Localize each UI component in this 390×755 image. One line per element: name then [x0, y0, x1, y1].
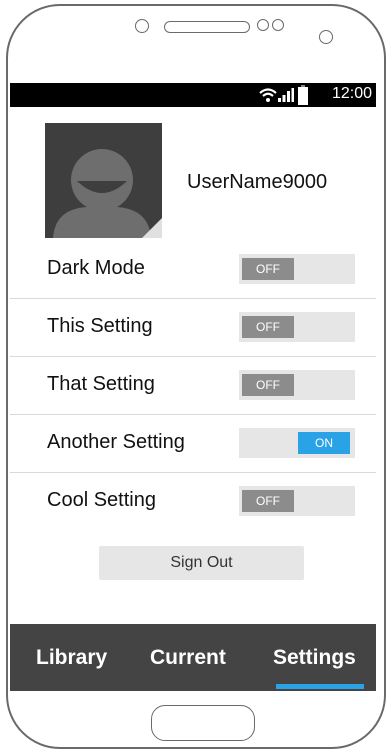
toggle-state: OFF [242, 258, 294, 280]
status-time: 12:00 [331, 85, 372, 102]
setting-label: That Setting [47, 373, 155, 395]
battery-icon [298, 85, 308, 105]
setting-row-another-setting: Another Setting ON [10, 414, 376, 472]
toggle-state: OFF [242, 374, 294, 396]
app-screen: 12:00 UserName9000 Dark Mode OFF This Se… [10, 83, 376, 691]
that-setting-toggle[interactable]: OFF [239, 370, 355, 400]
bottom-nav: Library Current Settings [10, 624, 376, 691]
setting-row-cool-setting: Cool Setting OFF [10, 472, 376, 530]
sensor-dot-1 [257, 19, 269, 31]
toggle-state: OFF [242, 316, 294, 338]
avatar[interactable] [45, 123, 162, 238]
camera-dot [319, 30, 333, 44]
cool-setting-toggle[interactable]: OFF [239, 486, 355, 516]
setting-label: Another Setting [47, 431, 185, 453]
status-bar: 12:00 [10, 83, 376, 107]
active-tab-indicator [276, 684, 364, 689]
setting-row-this-setting: This Setting OFF [10, 298, 376, 356]
another-setting-toggle[interactable]: ON [239, 428, 355, 458]
avatar-person-icon [53, 149, 162, 238]
username: UserName9000 [187, 171, 328, 193]
tab-library[interactable]: Library [36, 646, 107, 670]
earpiece-speaker [164, 21, 250, 33]
sign-out-button[interactable]: Sign Out [99, 546, 304, 580]
home-button[interactable] [151, 705, 255, 741]
tab-settings[interactable]: Settings [273, 646, 356, 670]
toggle-state: OFF [242, 490, 294, 512]
tab-current[interactable]: Current [150, 646, 226, 670]
wifi-icon [259, 88, 277, 102]
dark-mode-toggle[interactable]: OFF [239, 254, 355, 284]
toggle-state: ON [298, 432, 350, 454]
sensor-dot-2 [272, 19, 284, 31]
signal-icon [278, 88, 294, 102]
this-setting-toggle[interactable]: OFF [239, 312, 355, 342]
setting-label: Cool Setting [47, 489, 156, 511]
setting-row-that-setting: That Setting OFF [10, 356, 376, 414]
setting-label: Dark Mode [47, 257, 145, 279]
setting-label: This Setting [47, 315, 153, 337]
front-camera-dot [135, 19, 149, 33]
setting-row-dark-mode: Dark Mode OFF [10, 240, 376, 298]
